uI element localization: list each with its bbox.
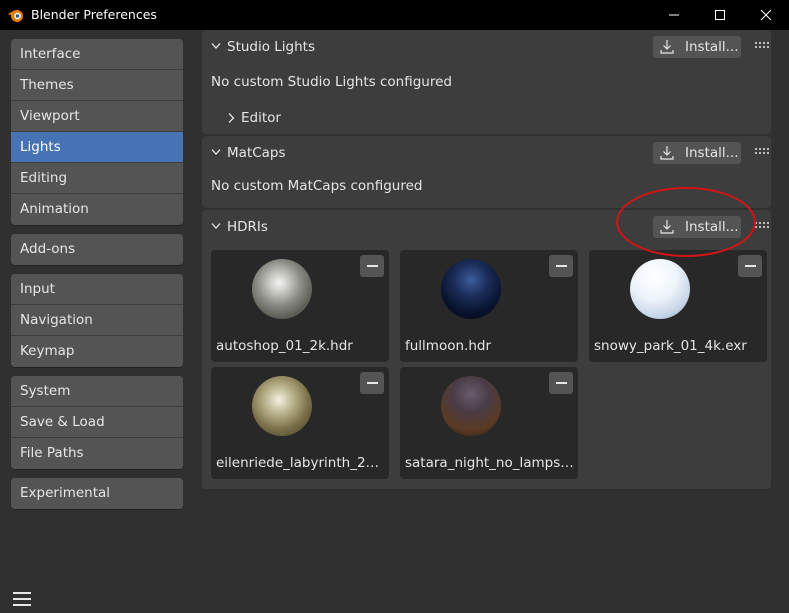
install-label: Install... xyxy=(685,145,739,161)
remove-hdri-button[interactable] xyxy=(360,372,384,394)
sidebar-item-experimental[interactable]: Experimental xyxy=(11,478,183,509)
remove-hdri-button[interactable] xyxy=(549,255,573,277)
sidebar-item-save-load[interactable]: Save & Load xyxy=(11,407,183,438)
nav-group-input: Input Navigation Keymap xyxy=(11,274,183,367)
chevron-down-icon xyxy=(211,223,221,229)
chevron-down-icon xyxy=(211,43,221,49)
download-icon xyxy=(660,220,674,234)
sidebar-item-lights[interactable]: Lights xyxy=(11,132,183,163)
install-label: Install... xyxy=(685,39,739,55)
panel-matcaps: MatCaps Install... No custom MatCaps con… xyxy=(202,136,771,208)
sidebar-item-file-paths[interactable]: File Paths xyxy=(11,438,183,469)
chevron-down-icon xyxy=(211,149,221,155)
hdri-card[interactable]: eilenriede_labyrinth_2k.exr xyxy=(211,367,389,479)
main-content: Studio Lights Install... No custom Studi… xyxy=(193,30,789,613)
panel-hdris: HDRIs Install... autoshop_01_2k.hdr full… xyxy=(202,210,771,489)
panel-title: Studio Lights xyxy=(227,39,316,55)
install-studio-lights-button[interactable]: Install... xyxy=(653,36,741,58)
subpanel-editor[interactable]: Editor xyxy=(227,110,281,126)
blender-logo-icon xyxy=(8,10,23,22)
panel-studio-lights: Studio Lights Install... No custom Studi… xyxy=(202,30,771,134)
panel-header-matcaps[interactable]: MatCaps Install... xyxy=(202,136,771,170)
download-icon xyxy=(660,146,674,160)
install-label: Install... xyxy=(685,219,739,235)
panel-header-hdris[interactable]: HDRIs Install... xyxy=(202,210,771,244)
window-title: Blender Preferences xyxy=(31,7,157,22)
minimize-icon xyxy=(669,14,679,16)
minus-icon xyxy=(555,382,567,384)
nav-group-experimental: Experimental xyxy=(11,478,183,509)
sidebar: Interface Themes Viewport Lights Editing… xyxy=(0,30,193,613)
hdri-name: snowy_park_01_4k.exr xyxy=(594,338,747,354)
sidebar-item-addons[interactable]: Add-ons xyxy=(11,234,183,265)
nav-group-system: System Save & Load File Paths xyxy=(11,376,183,469)
hdri-card[interactable]: autoshop_01_2k.hdr xyxy=(211,250,389,362)
hdri-name: satara_night_no_lamps_... xyxy=(405,455,575,471)
hdri-thumbnail xyxy=(252,259,312,319)
remove-hdri-button[interactable] xyxy=(360,255,384,277)
minus-icon xyxy=(744,265,756,267)
maximize-button[interactable] xyxy=(697,0,743,30)
close-button[interactable] xyxy=(743,0,789,30)
panel-title: HDRIs xyxy=(227,219,268,235)
minimize-button[interactable] xyxy=(651,0,697,30)
remove-hdri-button[interactable] xyxy=(738,255,762,277)
nav-group-addons: Add-ons xyxy=(11,234,183,265)
hdri-thumbnail xyxy=(441,376,501,436)
download-icon xyxy=(660,40,674,54)
sidebar-item-viewport[interactable]: Viewport xyxy=(11,101,183,132)
minus-icon xyxy=(555,265,567,267)
hdri-thumbnail xyxy=(252,376,312,436)
drag-grip-icon[interactable] xyxy=(755,222,769,228)
hdri-card[interactable]: fullmoon.hdr xyxy=(400,250,578,362)
sidebar-item-system[interactable]: System xyxy=(11,376,183,407)
hdri-card[interactable]: satara_night_no_lamps_... xyxy=(400,367,578,479)
sidebar-item-input[interactable]: Input xyxy=(11,274,183,305)
maximize-icon xyxy=(715,10,725,20)
chevron-right-icon xyxy=(228,113,235,123)
sidebar-item-themes[interactable]: Themes xyxy=(11,70,183,101)
hdri-thumbnail xyxy=(630,259,690,319)
close-icon xyxy=(760,9,772,21)
studio-lights-message: No custom Studio Lights configured xyxy=(211,74,452,90)
minus-icon xyxy=(366,265,378,267)
sidebar-item-editing[interactable]: Editing xyxy=(11,163,183,194)
minus-icon xyxy=(366,382,378,384)
sidebar-item-interface[interactable]: Interface xyxy=(11,39,183,70)
sidebar-item-animation[interactable]: Animation xyxy=(11,194,183,225)
hdri-name: eilenriede_labyrinth_2k.exr xyxy=(216,455,386,471)
subpanel-editor-label: Editor xyxy=(241,110,281,126)
nav-group-general: Interface Themes Viewport Lights Editing… xyxy=(11,39,183,225)
hdri-card[interactable]: snowy_park_01_4k.exr xyxy=(589,250,767,362)
panel-header-studio-lights[interactable]: Studio Lights Install... xyxy=(202,30,771,64)
remove-hdri-button[interactable] xyxy=(549,372,573,394)
matcaps-message: No custom MatCaps configured xyxy=(211,178,423,194)
panel-title: MatCaps xyxy=(227,145,286,161)
hdri-name: fullmoon.hdr xyxy=(405,338,492,354)
hdri-name: autoshop_01_2k.hdr xyxy=(216,338,353,354)
drag-grip-icon[interactable] xyxy=(755,148,769,154)
sidebar-item-navigation[interactable]: Navigation xyxy=(11,305,183,336)
hdri-thumbnail xyxy=(441,259,501,319)
title-bar: Blender Preferences xyxy=(0,0,789,30)
hamburger-menu-icon[interactable] xyxy=(12,590,32,608)
install-hdris-button[interactable]: Install... xyxy=(653,216,741,238)
drag-grip-icon[interactable] xyxy=(755,42,769,48)
install-matcaps-button[interactable]: Install... xyxy=(653,142,741,164)
sidebar-item-keymap[interactable]: Keymap xyxy=(11,336,183,367)
